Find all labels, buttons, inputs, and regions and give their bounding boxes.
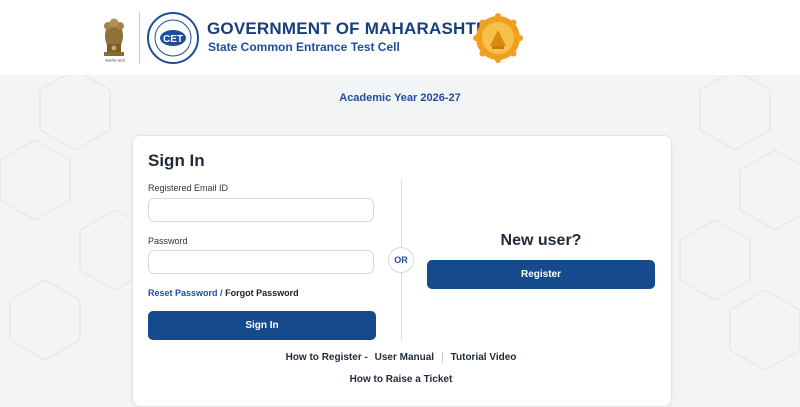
maharashtra-seal-icon	[473, 13, 523, 63]
sign-in-button[interactable]: Sign In	[148, 311, 376, 340]
password-field[interactable]	[148, 250, 374, 274]
national-emblem-icon	[104, 18, 124, 56]
tutorial-video-link[interactable]: Tutorial Video	[451, 352, 517, 363]
link-separator: /	[220, 288, 223, 298]
header-bar: सत्यमेव जयते CET GOVERNMENT OF MAHARASHT…	[0, 0, 800, 75]
user-manual-link[interactable]: User Manual	[375, 352, 434, 363]
password-links: Reset Password / Forgot Password	[148, 288, 299, 298]
emblem-caption: सत्यमेव जयते	[105, 58, 125, 63]
or-badge: OR	[388, 247, 414, 273]
help-links: How to Register - User Manual Tutorial V…	[132, 352, 670, 363]
new-user-heading: New user?	[500, 232, 582, 249]
forgot-password-link[interactable]: Forgot Password	[225, 288, 299, 298]
cet-logo: CET	[147, 12, 199, 64]
email-field[interactable]	[148, 198, 374, 222]
academic-year: Academic Year 2026-27	[339, 92, 461, 104]
signin-title: Sign In	[148, 151, 205, 170]
page-subtitle: State Common Entrance Test Cell	[208, 40, 400, 54]
page-title: GOVERNMENT OF MAHARASHTRA	[207, 19, 501, 38]
reset-password-link[interactable]: Reset Password	[148, 288, 218, 298]
cet-logo-text: CET	[163, 34, 183, 45]
link-pipe-divider	[441, 352, 443, 363]
raise-ticket-link[interactable]: How to Raise a Ticket	[132, 374, 670, 385]
register-button[interactable]: Register	[427, 260, 655, 289]
header-divider	[139, 12, 140, 64]
how-to-register-label: How to Register -	[285, 352, 368, 364]
email-label: Registered Email ID	[148, 183, 229, 193]
password-label: Password	[148, 236, 188, 246]
